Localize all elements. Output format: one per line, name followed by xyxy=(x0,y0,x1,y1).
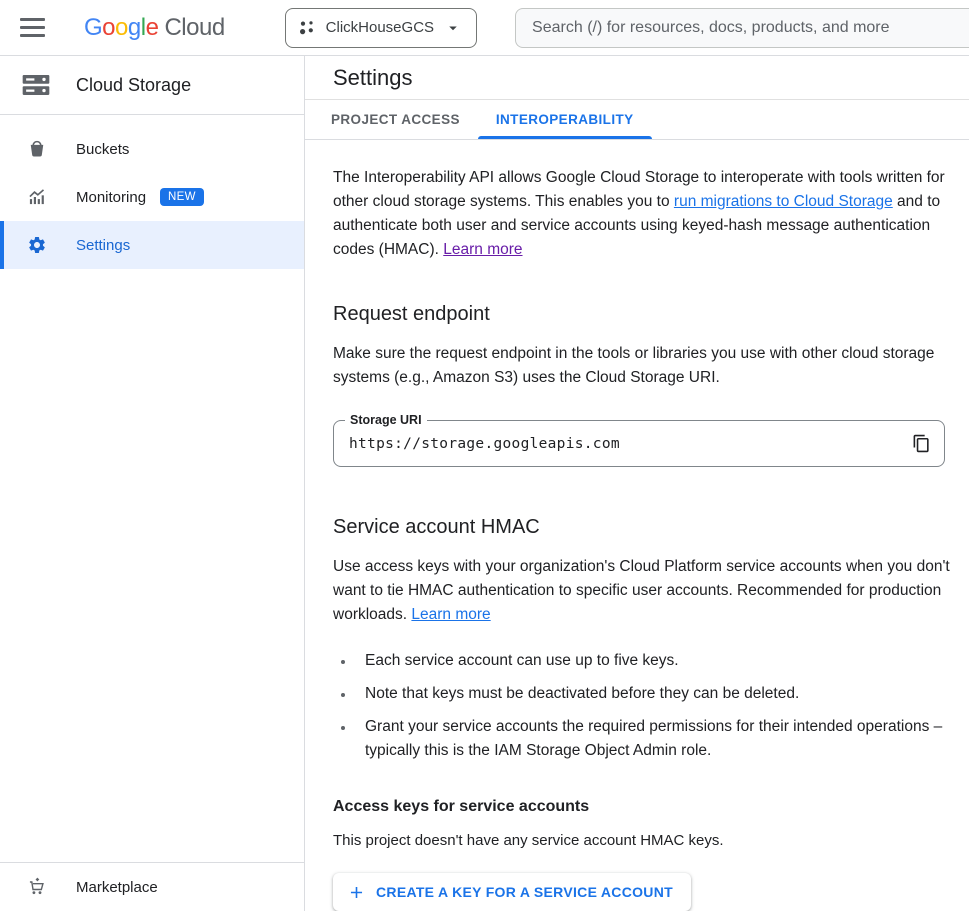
sidebar-item-label: Monitoring xyxy=(76,189,146,206)
sidebar-item-label: Settings xyxy=(76,237,130,254)
sidebar-item-marketplace[interactable]: Marketplace xyxy=(0,863,304,911)
list-item: Each service account can use up to five … xyxy=(355,649,951,673)
request-endpoint-heading: Request endpoint xyxy=(333,300,951,328)
logo-letter: e xyxy=(146,14,159,41)
run-migrations-link[interactable]: run migrations to Cloud Storage xyxy=(674,193,893,210)
sidebar-item-buckets[interactable]: Buckets xyxy=(0,125,304,173)
intro-paragraph: The Interoperability API allows Google C… xyxy=(333,166,951,262)
logo-letter: G xyxy=(84,14,102,41)
project-name: ClickHouseGCS xyxy=(326,19,434,36)
create-key-button[interactable]: CREATE A KEY FOR A SERVICE ACCOUNT xyxy=(333,873,691,911)
hmac-bullet-list: Each service account can use up to five … xyxy=(339,649,951,763)
copy-button[interactable] xyxy=(904,427,938,461)
google-cloud-logo: Google Cloud xyxy=(84,14,225,42)
sidebar-item-label: Buckets xyxy=(76,141,129,158)
copy-icon xyxy=(912,434,931,453)
logo-letter: g xyxy=(128,14,141,41)
tab-bar: PROJECT ACCESS INTEROPERABILITY xyxy=(305,100,969,140)
search-bar xyxy=(515,8,969,48)
sidebar-item-monitoring[interactable]: Monitoring NEW xyxy=(0,173,304,221)
hamburger-menu-icon[interactable] xyxy=(8,4,56,52)
chevron-down-icon xyxy=(444,19,462,37)
search-input[interactable] xyxy=(515,8,969,48)
logo-letter: o xyxy=(102,14,115,41)
sidebar-item-settings[interactable]: Settings xyxy=(0,221,304,269)
tab-interoperability[interactable]: INTEROPERABILITY xyxy=(478,100,652,139)
request-endpoint-body: Make sure the request endpoint in the to… xyxy=(333,342,951,390)
product-header: Cloud Storage xyxy=(0,56,304,115)
list-item: Note that keys must be deactivated befor… xyxy=(355,682,951,706)
new-badge: NEW xyxy=(160,188,204,206)
logo-letter: o xyxy=(115,14,128,41)
storage-uri-field: Storage URI https://storage.googleapis.c… xyxy=(333,420,945,467)
hmac-body: Use access keys with your organization's… xyxy=(333,555,951,627)
gear-icon xyxy=(27,235,47,255)
sidebar: Cloud Storage Buckets xyxy=(0,56,305,911)
storage-uri-value[interactable]: https://storage.googleapis.com xyxy=(334,432,904,456)
marketplace-cart-icon xyxy=(27,877,47,897)
storage-uri-label: Storage URI xyxy=(345,412,427,428)
bucket-icon xyxy=(27,139,47,159)
service-account-hmac-heading: Service account HMAC xyxy=(333,513,951,541)
cloud-storage-icon xyxy=(20,69,52,101)
page-title: Settings xyxy=(333,65,413,91)
top-header: Google Cloud ClickHouseGCS xyxy=(0,0,969,56)
tab-project-access[interactable]: PROJECT ACCESS xyxy=(313,100,478,139)
project-dots-icon xyxy=(298,19,316,37)
project-selector[interactable]: ClickHouseGCS xyxy=(285,8,477,48)
access-keys-heading: Access keys for service accounts xyxy=(333,795,951,819)
product-title: Cloud Storage xyxy=(76,75,191,96)
sidebar-footer: Marketplace xyxy=(0,862,304,911)
sidebar-item-label: Marketplace xyxy=(76,879,158,896)
plus-icon xyxy=(347,883,366,902)
list-item: Grant your service accounts the required… xyxy=(355,715,951,763)
learn-more-link[interactable]: Learn more xyxy=(443,241,522,258)
hmac-learn-more-link[interactable]: Learn more xyxy=(411,606,490,623)
no-keys-text: This project doesn't have any service ac… xyxy=(333,829,951,853)
logo-cloud-text: Cloud xyxy=(164,14,224,42)
monitoring-chart-icon xyxy=(27,187,47,207)
main-content: Settings PROJECT ACCESS INTEROPERABILITY… xyxy=(305,56,969,911)
